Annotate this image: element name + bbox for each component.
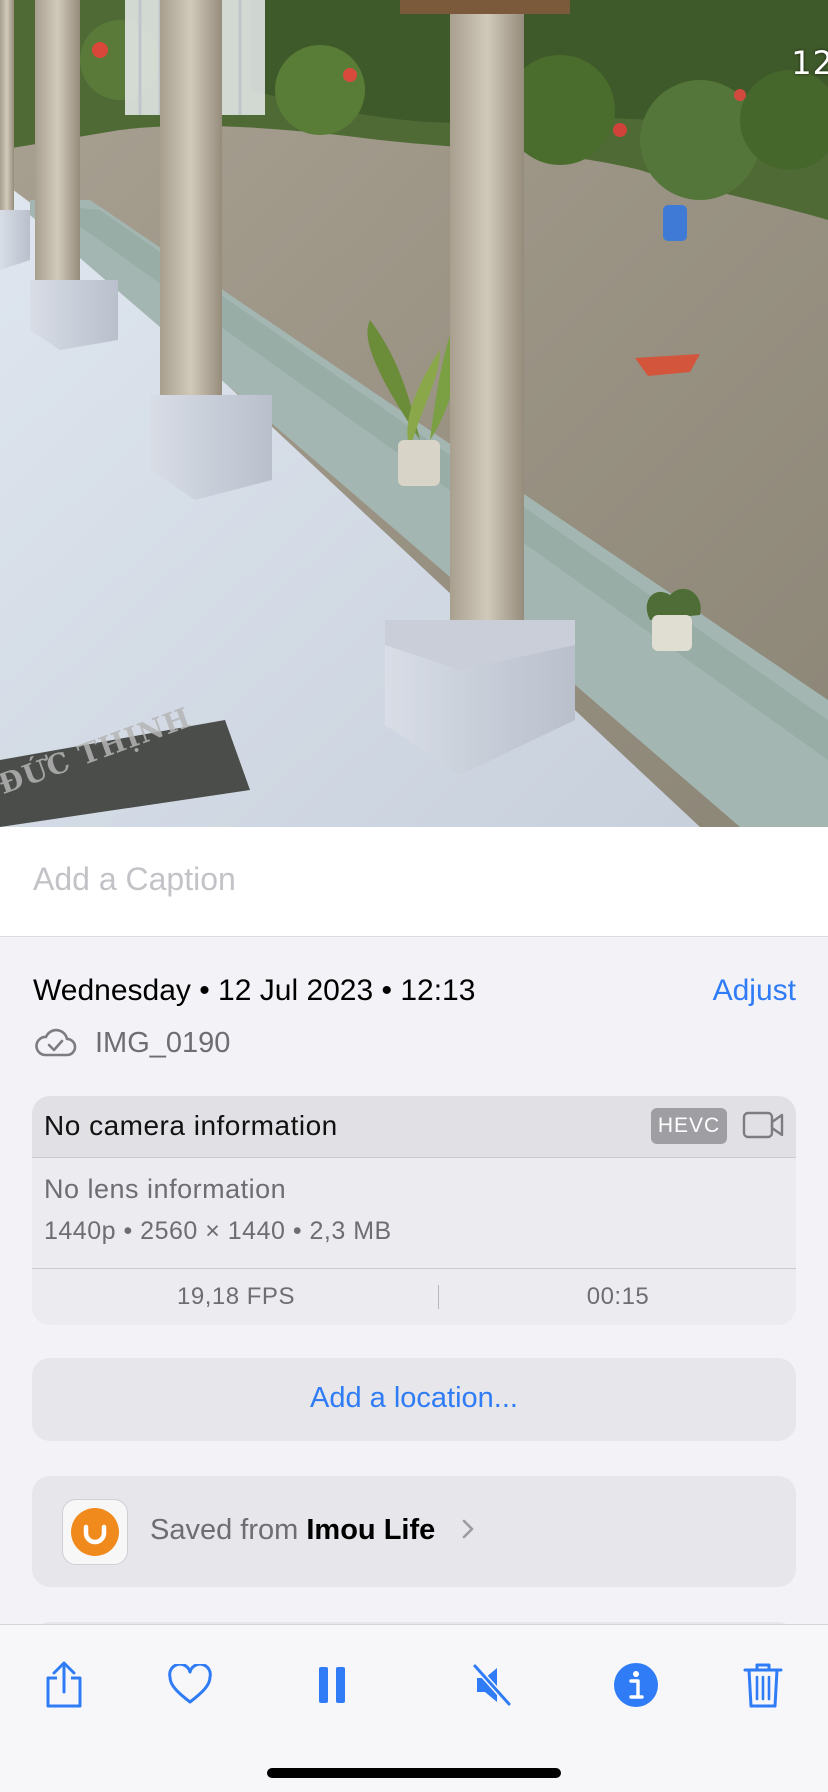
add-location-label: Add a location... [310,1382,518,1414]
source-app-name: Imou Life [306,1514,436,1546]
favorite-button[interactable] [160,1655,220,1715]
bottom-toolbar [0,1624,828,1792]
saved-from-text: Saved from Imou Life [150,1514,477,1547]
frame-rate: 19,18 FPS [177,1283,295,1310]
file-name-row: IMG_0190 [33,1023,230,1063]
metadata-card: No camera information HEVC No lens infor… [32,1096,796,1325]
delete-button[interactable] [733,1655,793,1715]
adjust-date-button[interactable]: Adjust [713,974,796,1008]
speaker-muted-icon [472,1663,512,1707]
info-panel: Wednesday • 12 Jul 2023 • 12:13 Adjust I… [0,937,828,1642]
metadata-footer: 19,18 FPS 00:15 [32,1268,796,1325]
video-specs: 1440p • 2560 × 1440 • 2,3 MB [44,1217,392,1245]
heart-icon [168,1664,212,1704]
video-preview[interactable]: 12 ĐỨC THỊNH [0,0,828,827]
pause-button[interactable] [302,1655,362,1715]
imou-life-app-icon [62,1499,128,1565]
share-icon [46,1661,82,1708]
file-name: IMG_0190 [95,1026,231,1059]
share-button[interactable] [34,1655,94,1715]
camera-info: No camera information [44,1110,338,1141]
saved-from-prefix: Saved from [150,1514,299,1546]
capture-date: Wednesday • 12 Jul 2023 • 12:13 [33,974,476,1007]
lens-info: No lens information [44,1174,287,1204]
home-indicator[interactable] [267,1768,561,1778]
info-button[interactable] [606,1655,666,1715]
mute-button[interactable] [462,1655,522,1715]
video-duration: 00:15 [586,1283,650,1310]
format-badge: HEVC [651,1108,727,1144]
caption-area[interactable]: Add a Caption [0,827,828,937]
video-frame-image [0,0,828,827]
footer-divider [438,1285,439,1309]
chevron-right-icon [463,1519,474,1539]
add-location-button[interactable]: Add a location... [32,1358,796,1441]
video-camera-icon [742,1111,784,1139]
pause-icon [319,1667,345,1703]
saved-from-app-row[interactable]: Saved from Imou Life [32,1476,796,1587]
icloud-checkmark-icon [35,1028,77,1057]
trash-icon [743,1663,783,1708]
photo-info-screen: 12 ĐỨC THỊNH Add a Caption Wednesday • 1… [0,0,828,1792]
metadata-header: No camera information HEVC [32,1096,796,1158]
caption-input[interactable]: Add a Caption [33,861,236,898]
video-timestamp-overlay: 12 [791,44,828,82]
info-icon [614,1663,658,1707]
